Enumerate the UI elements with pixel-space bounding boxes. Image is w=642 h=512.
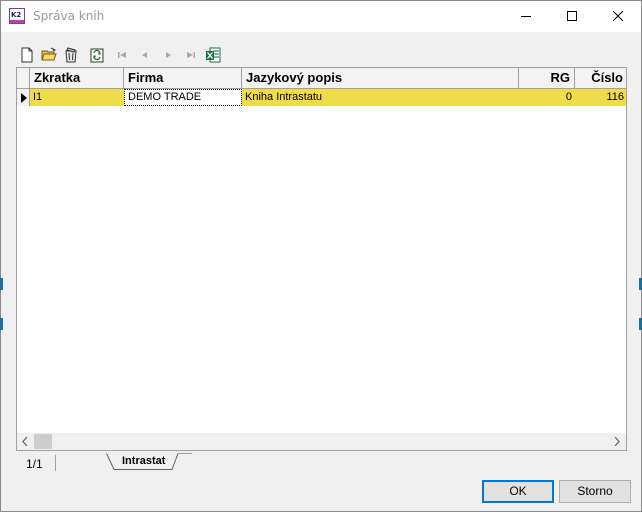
maximize-icon xyxy=(567,11,577,21)
refresh-icon xyxy=(90,48,104,63)
scroll-left-button[interactable] xyxy=(17,433,34,450)
row-indicator xyxy=(17,89,30,106)
previous-record-button[interactable] xyxy=(135,45,155,65)
cancel-button[interactable]: Storno xyxy=(559,480,631,503)
new-button[interactable] xyxy=(17,45,37,65)
chevron-right-icon xyxy=(614,437,620,446)
current-row-arrow-icon xyxy=(21,93,27,103)
background-edge-mark xyxy=(0,278,3,290)
status-bar: 1/1 Intrastat xyxy=(16,453,627,473)
scroll-thumb[interactable] xyxy=(34,434,52,449)
header-indicator-cell xyxy=(17,68,30,88)
minimize-button[interactable] xyxy=(503,1,549,32)
ok-button[interactable]: OK xyxy=(482,480,554,503)
column-header-cislo[interactable]: Číslo xyxy=(575,68,626,88)
window-title: Správa knih xyxy=(33,9,105,23)
last-record-icon xyxy=(187,52,195,58)
trash-icon xyxy=(65,47,77,63)
new-document-icon xyxy=(21,47,33,63)
delete-button[interactable] xyxy=(61,45,81,65)
k2-app-icon: K2 xyxy=(9,8,25,24)
minimize-icon xyxy=(521,16,531,17)
cell-popis[interactable]: Kniha Intrastatu xyxy=(242,89,519,106)
grid-header: Zkratka Firma Jazykový popis RG Číslo xyxy=(17,68,626,89)
refresh-button[interactable] xyxy=(87,45,107,65)
app-icon-label: K2 xyxy=(11,11,22,19)
cell-zkratka[interactable]: I1 xyxy=(30,89,124,106)
excel-export-button[interactable] xyxy=(203,45,223,65)
table-row[interactable]: I1 DEMO TRADE Kniha Intrastatu 0 116 xyxy=(17,89,626,106)
record-counter: 1/1 xyxy=(26,457,43,471)
maximize-button[interactable] xyxy=(549,1,595,32)
excel-export-icon xyxy=(206,47,221,63)
column-header-firma[interactable]: Firma xyxy=(124,68,242,88)
app-icon-stripe xyxy=(10,20,24,23)
next-record-icon xyxy=(166,52,171,58)
close-button[interactable] xyxy=(595,1,641,32)
column-header-rg[interactable]: RG xyxy=(519,68,575,88)
scroll-right-button[interactable] xyxy=(609,433,626,450)
books-window: K2 Správa knih Zkratka Firma Jazykový po… xyxy=(0,0,642,512)
cell-rg[interactable]: 0 xyxy=(519,89,575,106)
tab-label: Intrastat xyxy=(122,455,166,467)
next-record-button[interactable] xyxy=(159,45,179,65)
column-header-zkratka[interactable]: Zkratka xyxy=(30,68,124,88)
column-header-popis[interactable]: Jazykový popis xyxy=(242,68,519,88)
books-grid[interactable]: Zkratka Firma Jazykový popis RG Číslo I1… xyxy=(16,67,627,451)
background-edge-mark xyxy=(0,318,3,330)
cell-cislo[interactable]: 116 xyxy=(575,89,626,106)
tab-intrastat[interactable]: Intrastat xyxy=(106,453,192,471)
title-bar[interactable]: K2 Správa knih xyxy=(1,1,641,32)
status-divider xyxy=(55,455,56,471)
first-record-icon xyxy=(118,52,126,58)
open-folder-icon xyxy=(41,47,57,61)
last-record-button[interactable] xyxy=(181,45,201,65)
toolbar xyxy=(17,45,247,65)
horizontal-scrollbar[interactable] xyxy=(17,433,626,450)
open-button[interactable] xyxy=(39,45,59,65)
previous-record-icon xyxy=(142,52,147,58)
first-record-button[interactable] xyxy=(113,45,133,65)
chevron-left-icon xyxy=(22,437,28,446)
cell-firma[interactable]: DEMO TRADE xyxy=(124,89,242,106)
close-icon xyxy=(613,11,624,22)
